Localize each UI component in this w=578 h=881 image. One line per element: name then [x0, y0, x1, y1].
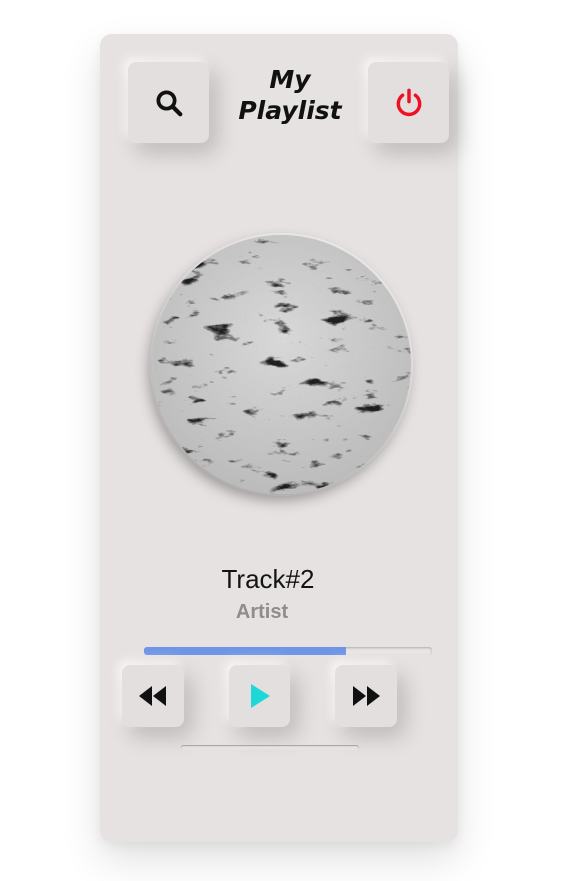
- track-artist: Artist: [235, 601, 289, 623]
- rewind-icon: [139, 686, 166, 706]
- play-button[interactable]: [229, 665, 290, 727]
- fast-forward-button[interactable]: [335, 665, 397, 727]
- player-card: My Playlist Track#2 Artist: [100, 34, 458, 842]
- play-icon: [250, 684, 270, 708]
- power-button[interactable]: [368, 62, 449, 143]
- title-line-1: My: [269, 65, 311, 94]
- page-title: My Playlist: [220, 64, 360, 126]
- search-icon: [156, 90, 182, 116]
- title-line-2: Playlist: [238, 96, 342, 125]
- volume-slider[interactable]: [181, 745, 359, 750]
- fast-forward-icon: [353, 686, 380, 706]
- power-icon: [396, 88, 421, 116]
- rewind-button[interactable]: [122, 665, 184, 727]
- album-art: [152, 235, 411, 494]
- progress-fill: [144, 647, 346, 655]
- album-art-image: [152, 235, 411, 494]
- progress-bar[interactable]: [144, 647, 432, 655]
- search-button[interactable]: [128, 62, 209, 143]
- track-title: Track#2: [221, 564, 315, 594]
